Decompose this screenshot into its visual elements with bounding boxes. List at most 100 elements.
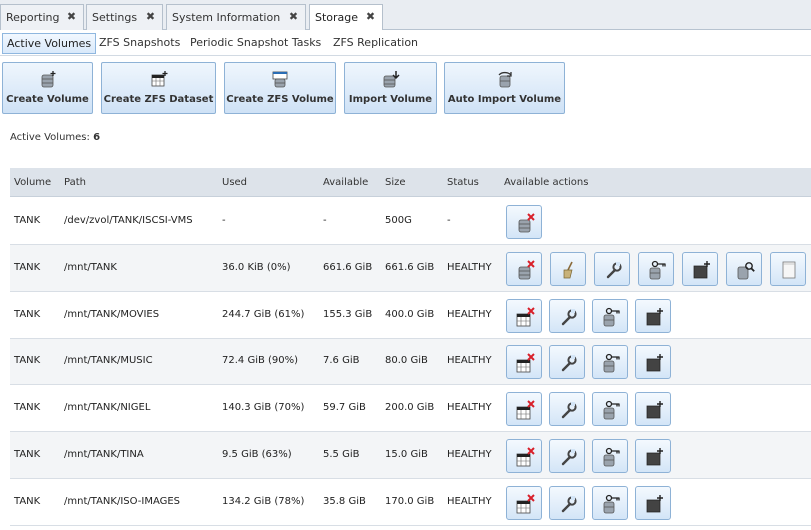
change-permissions-button[interactable] xyxy=(592,392,628,426)
create-dataset-button[interactable] xyxy=(635,345,671,379)
create-volume-button[interactable]: Create Volume xyxy=(2,62,93,114)
cell-available: 661.6 GiB xyxy=(323,262,373,273)
subtab-periodic-snapshot-tasks[interactable]: Periodic Snapshot Tasks xyxy=(186,33,325,54)
subtab-zfs-replication[interactable]: ZFS Replication xyxy=(329,33,422,54)
create-dataset-icon xyxy=(693,261,710,279)
edit-options-button[interactable] xyxy=(549,392,585,426)
create-zfs-volume-button[interactable]: Create ZFS Volume xyxy=(224,62,336,114)
change-permissions-button[interactable] xyxy=(592,345,628,379)
create-dataset-button[interactable] xyxy=(635,486,671,520)
table-row[interactable]: TANK/mnt/TANK/NIGEL 140.3 GiB (70%) 59.7 G… xyxy=(10,385,811,432)
delete-dataset-icon xyxy=(516,447,535,467)
tab-settings[interactable]: Settings ✖ xyxy=(86,4,163,30)
summary-label: Active Volumes: xyxy=(10,132,90,143)
close-icon[interactable]: ✖ xyxy=(364,11,377,24)
cell-size: 170.0 GiB xyxy=(385,496,435,507)
permissions-key-icon xyxy=(603,307,620,327)
delete-dataset-button[interactable] xyxy=(506,392,542,426)
subtab-active-volumes[interactable]: Active Volumes xyxy=(2,33,97,54)
create-zfs-dataset-label: Create ZFS Dataset xyxy=(103,94,214,105)
close-icon[interactable]: ✖ xyxy=(144,11,157,24)
auto-import-icon xyxy=(498,71,512,88)
edit-options-button[interactable] xyxy=(549,486,585,520)
cell-available: 155.3 GiB xyxy=(323,309,373,320)
create-dataset-icon xyxy=(646,354,663,372)
create-dataset-button[interactable] xyxy=(635,392,671,426)
table-row[interactable]: TANK/mnt/TANK/MOVIES 244.7 GiB (61%) 155.3… xyxy=(10,292,811,339)
cell-available: 7.6 GiB xyxy=(323,355,360,366)
tab-label: Settings xyxy=(92,11,138,24)
tab-storage[interactable]: Storage ✖ xyxy=(309,4,383,31)
detach-volume-icon xyxy=(518,260,535,280)
tab-label: Reporting xyxy=(6,11,60,24)
close-icon[interactable]: ✖ xyxy=(65,11,78,24)
cell-volume: TANK xyxy=(14,402,41,413)
tab-reporting[interactable]: Reporting ✖ xyxy=(0,4,84,30)
volume-status-magnifier-icon xyxy=(737,262,755,280)
cell-path: /mnt/TANK xyxy=(64,262,117,273)
scrub-volume-button[interactable] xyxy=(550,252,586,286)
change-permissions-button[interactable] xyxy=(592,299,628,333)
create-volume-icon xyxy=(41,71,55,88)
cell-path: /dev/zvol/TANK/ISCSI-VMS xyxy=(64,215,193,226)
change-permissions-button[interactable] xyxy=(638,252,674,286)
wrench-icon xyxy=(561,309,577,326)
cell-available: - xyxy=(323,215,327,226)
table-row[interactable]: TANK/dev/zvol/TANK/ISCSI-VMS - - 500G - xyxy=(10,198,811,245)
cell-volume: TANK xyxy=(14,215,41,226)
close-icon[interactable]: ✖ xyxy=(287,11,300,24)
cell-status: HEALTHY xyxy=(447,309,492,320)
upgrade-button[interactable] xyxy=(770,252,806,286)
column-header-used[interactable]: Used xyxy=(222,168,247,197)
active-volumes-count: 6 xyxy=(93,132,101,143)
delete-zvol-button[interactable] xyxy=(506,205,542,239)
column-header-status[interactable]: Status xyxy=(447,168,479,197)
column-header-path[interactable]: Path xyxy=(64,168,86,197)
column-header-size[interactable]: Size xyxy=(385,168,406,197)
cell-status: - xyxy=(447,215,451,226)
volumes-table-header: Volume Path Used Available Size Status A… xyxy=(10,168,811,197)
column-header-available-actions: Available actions xyxy=(504,177,589,188)
column-header-available[interactable]: Available xyxy=(323,168,368,197)
auto-import-volume-button[interactable]: Auto Import Volume xyxy=(444,62,565,114)
import-volume-button[interactable]: Import Volume xyxy=(344,62,437,114)
table-row[interactable]: TANK/mnt/TANK/ISO-IMAGES 134.2 GiB (78%) 3… xyxy=(10,479,811,526)
delete-dataset-button[interactable] xyxy=(506,486,542,520)
table-row[interactable]: TANK/mnt/TANK/MUSIC 72.4 GiB (90%) 7.6 GiB… xyxy=(10,339,811,385)
change-permissions-button[interactable] xyxy=(592,439,628,473)
import-volume-icon xyxy=(383,71,400,88)
column-header-volume[interactable]: Volume xyxy=(14,168,51,197)
cell-used: 36.0 KiB (0%) xyxy=(222,262,291,273)
edit-options-button[interactable] xyxy=(594,252,630,286)
cell-size: 400.0 GiB xyxy=(385,309,435,320)
create-dataset-button[interactable] xyxy=(635,439,671,473)
delete-dataset-button[interactable] xyxy=(506,439,542,473)
change-permissions-button[interactable] xyxy=(592,486,628,520)
create-zfs-dataset-button[interactable]: Create ZFS Dataset xyxy=(101,62,216,114)
detach-volume-button[interactable] xyxy=(506,252,542,286)
tab-label: Storage xyxy=(315,11,359,24)
delete-dataset-button[interactable] xyxy=(506,299,542,333)
edit-options-button[interactable] xyxy=(549,439,585,473)
delete-dataset-button[interactable] xyxy=(506,345,542,379)
delete-dataset-icon xyxy=(516,307,535,327)
create-dataset-button[interactable] xyxy=(682,252,718,286)
tab-system-information[interactable]: System Information ✖ xyxy=(166,4,306,30)
volume-status-button[interactable] xyxy=(726,252,762,286)
table-row[interactable]: TANK/mnt/TANK/TINA 9.5 GiB (63%) 5.5 GiB 15… xyxy=(10,432,811,479)
delete-zvol-icon xyxy=(518,213,535,233)
permissions-key-icon xyxy=(649,260,666,280)
delete-dataset-icon xyxy=(516,400,535,420)
subtab-zfs-snapshots[interactable]: ZFS Snapshots xyxy=(95,33,184,54)
create-zfs-volume-label: Create ZFS Volume xyxy=(226,94,334,105)
cell-path: /mnt/TANK/TINA xyxy=(64,449,144,460)
tab-label: System Information xyxy=(172,11,281,24)
cell-path: /mnt/TANK/NIGEL xyxy=(64,402,151,413)
edit-options-button[interactable] xyxy=(549,299,585,333)
cell-status: HEALTHY xyxy=(447,496,492,507)
cell-size: 500G xyxy=(385,215,412,226)
edit-options-button[interactable] xyxy=(549,345,585,379)
cell-path: /mnt/TANK/ISO-IMAGES xyxy=(64,496,181,507)
create-dataset-button[interactable] xyxy=(635,299,671,333)
table-row[interactable]: TANK/mnt/TANK 36.0 KiB (0%) 661.6 GiB 661.6… xyxy=(10,245,811,292)
